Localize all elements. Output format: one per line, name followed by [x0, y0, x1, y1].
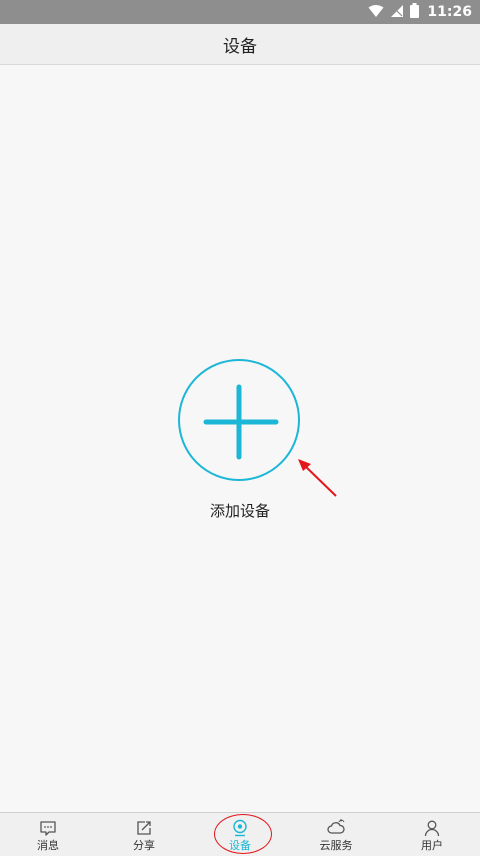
annotation-arrow-icon	[298, 459, 337, 497]
title-bar: 设备	[0, 24, 480, 65]
wifi-icon	[368, 3, 384, 22]
tab-label-share: 分享	[133, 839, 155, 852]
tab-devices[interactable]: 设备	[192, 813, 288, 856]
signal-icon	[390, 3, 404, 22]
tab-share[interactable]: 分享	[96, 813, 192, 856]
camera-icon	[233, 819, 247, 837]
plus-icon	[203, 384, 279, 460]
tab-user[interactable]: 用户	[384, 813, 480, 856]
status-time: 11:26	[427, 4, 472, 20]
battery-icon	[410, 2, 420, 22]
share-icon	[137, 821, 151, 835]
add-device-button[interactable]	[178, 359, 300, 481]
tab-label-devices: 设备	[229, 839, 251, 852]
user-icon	[424, 820, 440, 837]
status-icons: 11:26	[368, 0, 472, 24]
tab-messages[interactable]: 消息	[0, 813, 96, 856]
message-icon	[40, 821, 56, 836]
status-bar: 11:26	[0, 0, 480, 24]
bottom-tab-bar: 消息 分享 设备 云服务 用户	[0, 812, 480, 856]
tab-label-user: 用户	[421, 839, 443, 852]
tab-cloud-service[interactable]: 云服务	[288, 813, 384, 856]
page-title: 设备	[223, 36, 257, 57]
tab-label-messages: 消息	[37, 839, 59, 852]
add-device-label[interactable]: 添加设备	[0, 500, 480, 521]
tab-label-cloud-service: 云服务	[319, 839, 353, 852]
cloud-icon	[327, 819, 345, 834]
